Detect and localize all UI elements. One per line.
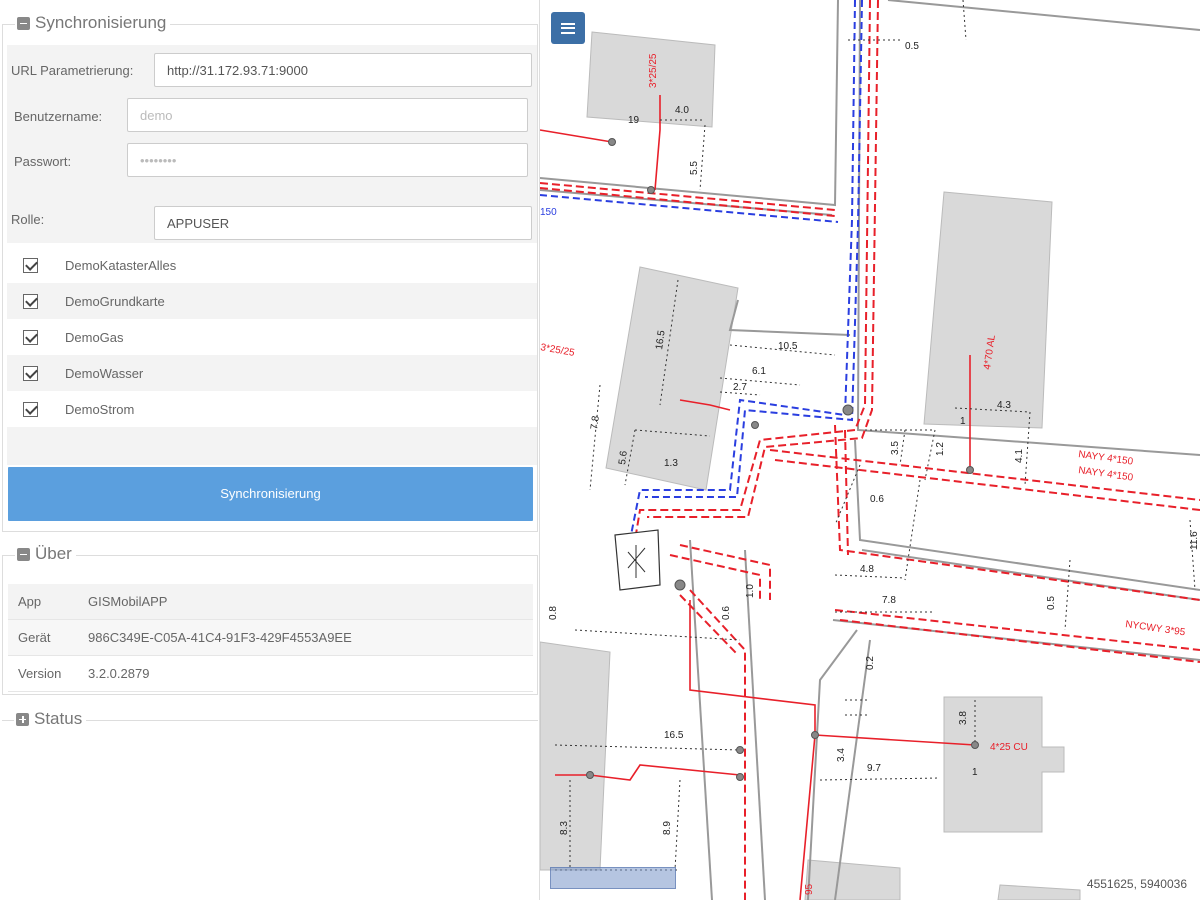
checkbox-checked-icon[interactable]: [23, 365, 38, 381]
username-input[interactable]: [127, 98, 528, 132]
layer-item[interactable]: DemoWasser: [7, 355, 537, 391]
scale-bar: [550, 867, 676, 889]
map-label: 6.1: [752, 366, 766, 377]
about-row: Gerät 986C349E-C05A-41C4-91F3-429F4553A9…: [8, 620, 533, 656]
password-label: Passwort:: [14, 154, 72, 169]
map-label: 9.7: [867, 763, 881, 774]
hamburger-icon: [561, 22, 575, 34]
sync-section-header[interactable]: Synchronisierung: [15, 13, 171, 33]
map-label: 4.0: [675, 105, 689, 116]
checkbox-checked-icon[interactable]: [23, 293, 38, 309]
url-input[interactable]: [154, 53, 532, 87]
map-label: 95: [804, 883, 815, 895]
about-key: Gerät: [18, 630, 51, 645]
collapse-icon[interactable]: [17, 547, 30, 561]
layer-label: DemoGas: [65, 329, 124, 345]
building: [539, 641, 611, 871]
about-value: GISMobilAPP: [88, 594, 168, 609]
about-key: Version: [18, 666, 62, 681]
checkbox-checked-icon[interactable]: [23, 329, 38, 345]
map-label: 7.8: [589, 415, 602, 431]
map-label: 5.6: [617, 450, 630, 466]
map-menu-button[interactable]: [551, 12, 585, 44]
layer-label: DemoKatasterAlles: [65, 257, 177, 273]
about-value: 3.2.0.2879: [88, 666, 150, 681]
expand-icon[interactable]: [16, 712, 29, 726]
map-label: 11.6: [1189, 531, 1200, 550]
synchronize-button[interactable]: Synchronisierung: [8, 467, 533, 521]
layer-item[interactable]: DemoGas: [7, 319, 537, 355]
about-row: Version 3.2.0.2879: [8, 656, 533, 692]
map-label: 150: [540, 207, 557, 218]
layer-label: DemoStrom: [65, 401, 135, 417]
layer-label: DemoWasser: [65, 365, 144, 381]
map-label: 1.0: [745, 584, 756, 598]
map-label: 3.4: [836, 748, 847, 762]
password-input[interactable]: [127, 143, 528, 177]
map-label: 4.3: [997, 400, 1011, 411]
about-key: App: [18, 594, 42, 609]
role-input[interactable]: [154, 206, 532, 240]
map-label: NAYY 4*150: [1078, 465, 1135, 484]
map-label: 1: [960, 416, 966, 427]
map-label: 7.8: [882, 595, 896, 606]
about-row: App GISMobilAPP: [8, 584, 533, 620]
map-label: 16.5: [664, 730, 684, 741]
map-label: 1: [972, 767, 978, 778]
map-label: 4.1: [1014, 449, 1025, 463]
map-label: 5.5: [689, 161, 700, 175]
layer-item[interactable]: DemoKatasterAlles: [7, 247, 537, 283]
map-label: 1.3: [664, 458, 678, 469]
layer-item[interactable]: DemoStrom: [7, 391, 537, 427]
building: [923, 191, 1053, 429]
map-label: 3.8: [958, 711, 969, 725]
building: [804, 859, 901, 900]
map-label: 0.8: [548, 606, 559, 620]
map-label: 3*25/25: [648, 53, 659, 88]
role-label: Rolle:: [11, 211, 45, 227]
layer-list-spacer: [7, 427, 537, 465]
about-value: 986C349E-C05A-41C4-91F3-429F4553A9EE: [88, 630, 352, 645]
sync-section: Synchronisierung URL Parametrierung: Ben…: [2, 13, 538, 532]
map-label: NAYY 4*150: [1078, 449, 1135, 468]
status-section-header[interactable]: Status: [14, 709, 87, 729]
about-section-header[interactable]: Über: [15, 544, 76, 564]
about-section-title: Über: [35, 544, 72, 563]
map-label: NYCWY 3*95: [1125, 619, 1187, 638]
map-label: 0.6: [870, 494, 884, 505]
distribution-box: [614, 529, 661, 591]
layer-label: DemoGrundkarte: [65, 293, 165, 309]
map-label: 4.8: [860, 564, 874, 575]
map-label: 19: [628, 115, 640, 126]
checkbox-checked-icon[interactable]: [23, 257, 38, 273]
map-label: 8.9: [662, 821, 673, 835]
map-label: 8.3: [559, 821, 570, 835]
map-label: 4*25 CU: [990, 742, 1028, 753]
coordinate-readout: 4551625, 5940036: [1083, 876, 1190, 892]
status-section: Status: [2, 709, 538, 898]
map-label: 2.7: [733, 382, 747, 393]
map-label: 3.5: [890, 441, 901, 455]
username-label: Benutzername:: [14, 109, 103, 124]
settings-panel: Synchronisierung URL Parametrierung: Ben…: [0, 0, 540, 900]
layer-item[interactable]: DemoGrundkarte: [7, 283, 537, 319]
url-label: URL Parametrierung:: [11, 62, 134, 78]
checkbox-checked-icon[interactable]: [23, 401, 38, 417]
map-label: 0.6: [721, 606, 732, 620]
sync-section-title: Synchronisierung: [35, 13, 167, 32]
map-label: 1.2: [935, 442, 946, 456]
map-label: 0.5: [1046, 596, 1057, 610]
collapse-icon[interactable]: [17, 16, 30, 30]
building: [997, 884, 1081, 900]
map-label: 0.5: [905, 41, 919, 52]
map-label: 10.5: [778, 341, 798, 352]
map-label: 0.2: [865, 656, 876, 670]
map-label: 3*25/25: [539, 342, 575, 359]
status-section-title: Status: [34, 709, 83, 728]
